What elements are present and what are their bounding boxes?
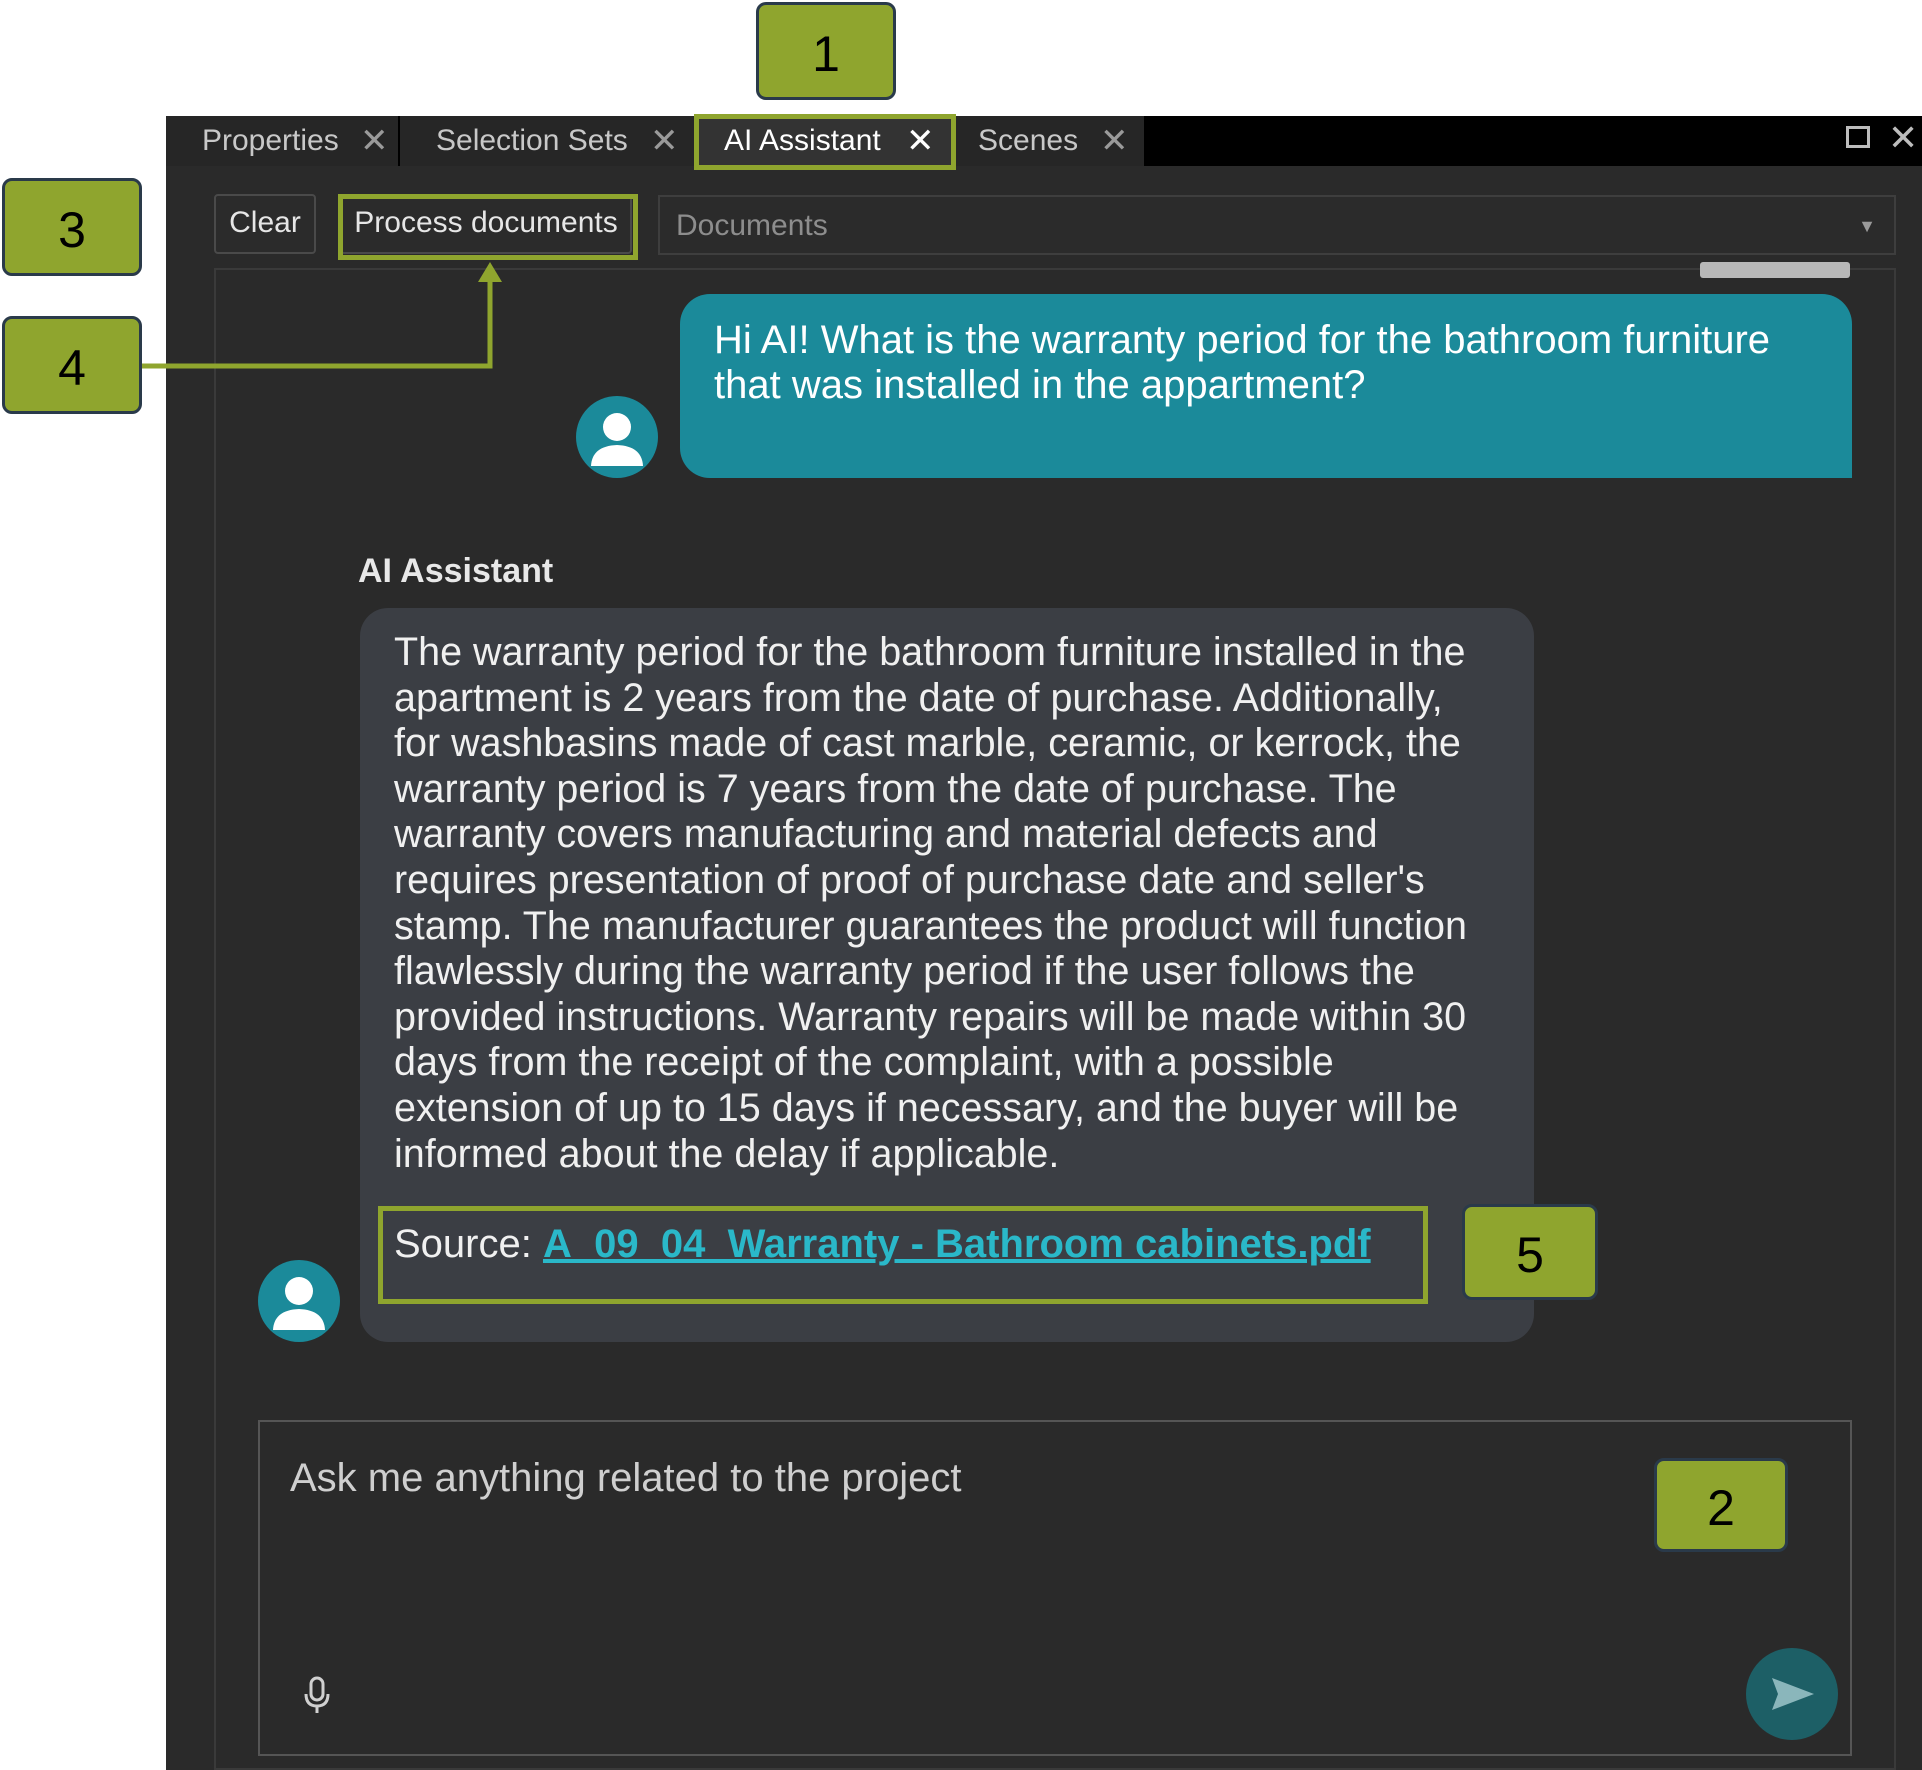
callout-3: 3 <box>2 178 142 276</box>
callout-1: 1 <box>756 2 896 100</box>
callout-2: 2 <box>1654 1458 1788 1552</box>
callout-5: 5 <box>1462 1204 1598 1300</box>
callout-connector <box>140 262 502 369</box>
callout-4: 4 <box>2 316 142 414</box>
